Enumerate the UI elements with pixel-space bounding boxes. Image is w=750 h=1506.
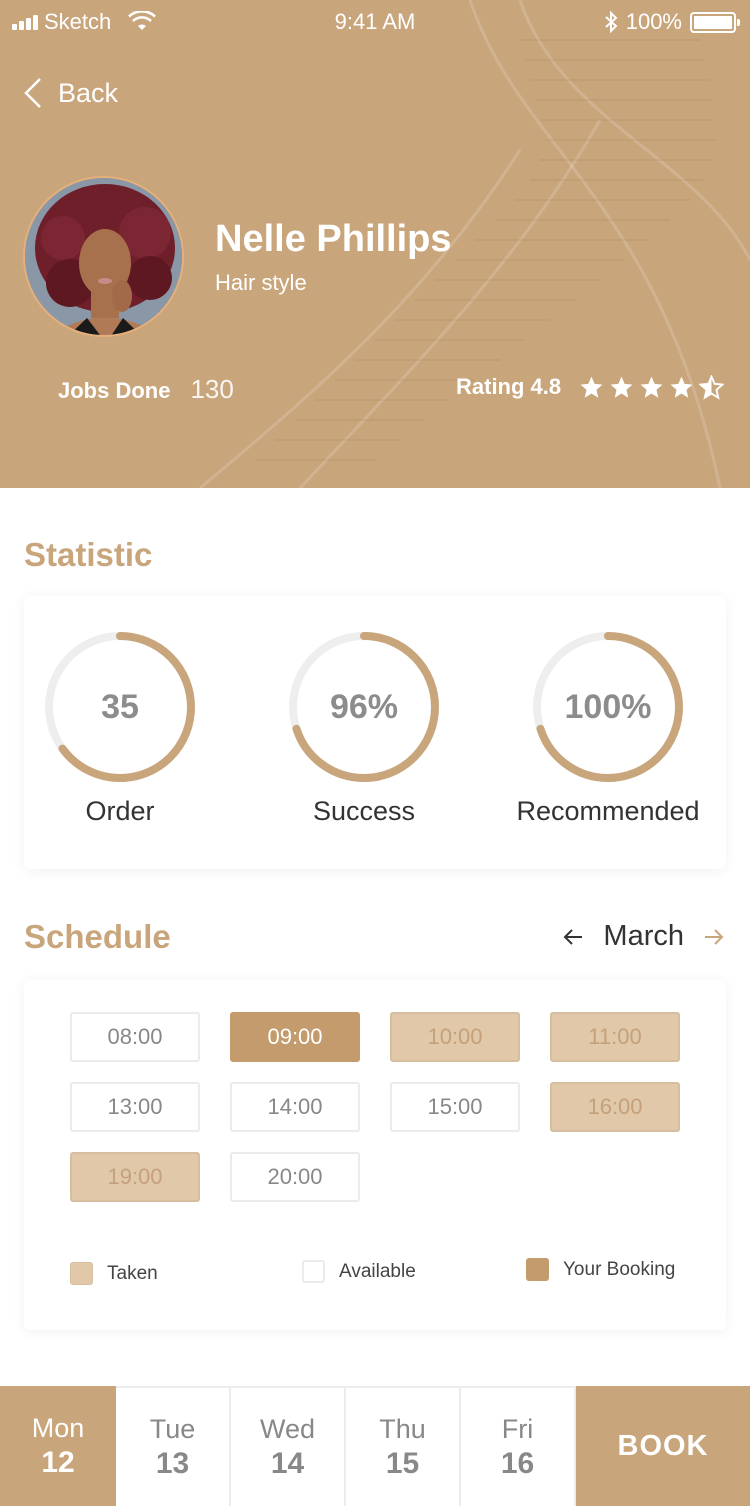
day-date: 14 [270, 1446, 305, 1480]
rating: Rating 4.8 [456, 374, 725, 400]
legend-swatch [526, 1258, 549, 1281]
profile-name: Nelle Phillips [215, 218, 452, 260]
star-icon [670, 376, 693, 398]
stat-value: 100% [565, 688, 652, 726]
rating-label: Rating 4.8 [456, 374, 562, 399]
time-slot[interactable]: 15:00 [390, 1082, 520, 1132]
time-slot[interactable]: 11:00 [550, 1012, 680, 1062]
day-name: Thu [379, 1413, 426, 1444]
progress-ring: 96% [289, 632, 439, 782]
jobs-done: Jobs Done 130 [58, 374, 234, 405]
battery-percent: 100% [625, 9, 682, 34]
stat-value: 96% [330, 688, 398, 726]
bluetooth-icon [605, 11, 618, 33]
stat-success: 96% Success [264, 630, 464, 827]
schedule-card: 08:00 09:00 10:00 11:00 13:00 14:00 15:0… [24, 980, 726, 1330]
chevron-left-icon [24, 78, 41, 108]
time-slot[interactable]: 10:00 [390, 1012, 520, 1062]
status-right: 100% [604, 9, 740, 35]
day-date: 13 [155, 1446, 190, 1480]
day-date: 15 [385, 1446, 420, 1480]
time-slot[interactable]: 09:00 [230, 1012, 360, 1062]
stat-value: 35 [101, 688, 139, 726]
star-icon [610, 376, 633, 398]
book-button[interactable]: BOOK [576, 1386, 750, 1506]
day-mon[interactable]: Mon 12 [0, 1386, 116, 1506]
legend-available: Available [302, 1260, 416, 1283]
jobs-done-value: 130 [190, 374, 234, 404]
time-slot[interactable]: 16:00 [550, 1082, 680, 1132]
schedule-title: Schedule [24, 918, 171, 955]
statistic-title: Statistic [24, 536, 153, 573]
arrow-left-icon[interactable] [561, 925, 585, 949]
progress-ring: 100% [533, 632, 683, 782]
back-label: Back [58, 77, 119, 108]
day-fri[interactable]: Fri 16 [461, 1386, 576, 1506]
profile-role: Hair style [215, 270, 307, 295]
progress-ring: 35 [45, 632, 195, 782]
day-name: Fri [501, 1413, 534, 1444]
star-icon [580, 376, 603, 398]
legend-your-booking: Your Booking [526, 1258, 675, 1281]
star-icon [640, 376, 663, 398]
day-name: Wed [259, 1413, 316, 1444]
month-label: March [603, 920, 684, 952]
profile-header: Sketch 9:41 AM 100% Back Nelle Phillips … [0, 0, 750, 488]
legend-swatch [70, 1262, 93, 1285]
rating-stars [579, 374, 725, 400]
time-slot[interactable]: 19:00 [70, 1152, 200, 1202]
battery-icon [690, 11, 740, 33]
stat-label: Order [85, 796, 155, 826]
time-slot[interactable]: 08:00 [70, 1012, 200, 1062]
time-slot[interactable]: 20:00 [230, 1152, 360, 1202]
day-tue[interactable]: Tue 13 [116, 1386, 231, 1506]
profile-photo [25, 178, 182, 335]
statistic-card: 35 Order 96% Success 100% Recommended [24, 596, 726, 869]
day-wed[interactable]: Wed 14 [231, 1386, 346, 1506]
half-star-icon [699, 374, 725, 400]
back-button[interactable]: Back [22, 76, 118, 110]
stat-label: Success [312, 796, 416, 826]
avatar [23, 176, 184, 337]
jobs-done-label: Jobs Done [58, 378, 171, 403]
legend-swatch [302, 1260, 325, 1283]
stat-label: Recommended [516, 796, 700, 826]
month-navigator: March [561, 920, 726, 953]
status-bar: Sketch 9:41 AM 100% [0, 0, 750, 42]
day-selector: Mon 12 Tue 13 Wed 14 Thu 15 Fri 16 BOOK [0, 1386, 750, 1506]
day-date: 12 [41, 1445, 75, 1479]
day-name: Tue [149, 1413, 196, 1444]
day-thu[interactable]: Thu 15 [346, 1386, 461, 1506]
time-slot[interactable]: 14:00 [230, 1082, 360, 1132]
day-name: Mon [31, 1412, 85, 1443]
legend-label: Your Booking [563, 1258, 676, 1280]
legend-label: Taken [107, 1262, 158, 1284]
stat-order: 35 Order [20, 630, 220, 827]
stat-recommended: 100% Recommended [508, 630, 708, 827]
legend-taken: Taken [70, 1262, 158, 1285]
day-date: 16 [500, 1446, 535, 1480]
time-slot[interactable]: 13:00 [70, 1082, 200, 1132]
arrow-right-icon[interactable] [702, 925, 726, 949]
legend-label: Available [339, 1260, 416, 1282]
